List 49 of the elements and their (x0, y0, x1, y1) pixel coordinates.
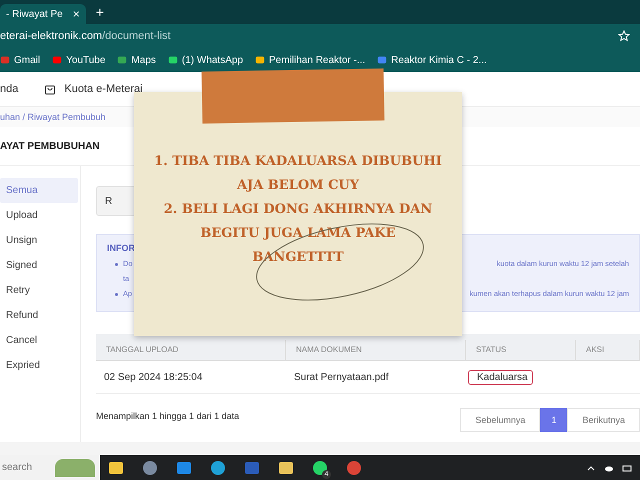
page-button[interactable]: Berikutnya (567, 408, 640, 432)
bookmark-link[interactable]: YouTube (66, 54, 106, 66)
sidebar-item[interactable]: Cancel (0, 328, 78, 353)
column-header: NAMA DOKUMEN (286, 340, 466, 360)
sidebar-item[interactable]: Expried (0, 353, 78, 378)
note-text: 1. TIBA TIBA KADALUARSA DIBUBUHI (154, 153, 442, 171)
battery-icon[interactable] (622, 462, 632, 472)
column-header: STATUS (466, 340, 576, 360)
bookmark-icon (168, 55, 178, 65)
column-header: AKSI (576, 340, 640, 360)
nav-link[interactable]: nda (0, 83, 18, 95)
close-icon[interactable]: × (72, 7, 80, 21)
page-button[interactable]: Sebelumnya (460, 408, 540, 432)
filter-field[interactable]: R (96, 186, 136, 216)
bookmark-icon (0, 55, 10, 65)
new-tab-button[interactable]: + (96, 4, 104, 24)
info-title: INFOR (107, 243, 136, 253)
bookmark-link[interactable]: Pemilihan Reaktor -... (269, 54, 366, 66)
bookmark-icon (117, 55, 128, 65)
note-text: AJA BELOM CUY (236, 177, 360, 195)
browser-tab[interactable]: - Riwayat Pe × (0, 4, 86, 24)
bookmark-link[interactable]: Gmail (14, 54, 40, 66)
status-badge: Kadaluarsa (468, 370, 533, 384)
summary-text: Menampilkan 1 hingga 1 dari 1 data (96, 411, 240, 421)
bookmark-link[interactable]: Maps (131, 54, 156, 66)
bookmark-icon (52, 55, 62, 65)
sidebar-item[interactable]: Upload (0, 203, 78, 228)
bookmark-link[interactable]: (1) WhatsApp (182, 54, 244, 66)
table-cell-text: 02 Sep 2024 18:25:04 (103, 372, 204, 382)
nav-link[interactable]: Kuota e-Meterai (64, 83, 143, 95)
sidebar-item[interactable]: Semua (0, 178, 78, 203)
bookmark-icon (255, 55, 266, 65)
sidebar-item[interactable]: Retry (0, 278, 78, 303)
bookmark-link[interactable]: Reaktor Kimia C - 2... (391, 54, 487, 66)
star-icon[interactable] (618, 30, 630, 42)
sidebar-item[interactable]: Signed (0, 253, 78, 278)
search-field[interactable]: search (0, 455, 100, 480)
note-text: 2. BELI LAGI DONG AKHIRNYA DAN (164, 201, 432, 219)
column-header: TANGGAL UPLOAD (96, 340, 286, 360)
sidebar-item[interactable]: Unsign (0, 228, 78, 253)
bag-icon (44, 83, 56, 95)
breadcrumb[interactable]: uhan / Riwayat Pembubuh (0, 112, 106, 122)
page-button[interactable]: 1 (540, 408, 568, 432)
note-text: BEGITU JUGA LAMA PAKE (200, 225, 396, 243)
bookmark-icon (377, 55, 388, 65)
table-cell-text: Surat Pernyataan.pdf (293, 372, 390, 382)
page-title: AYAT PEMBUBUHAN (0, 140, 100, 152)
sidebar-item[interactable]: Refund (0, 303, 78, 328)
address-bar[interactable]: eterai-elektronik.com/document-list (0, 30, 171, 42)
